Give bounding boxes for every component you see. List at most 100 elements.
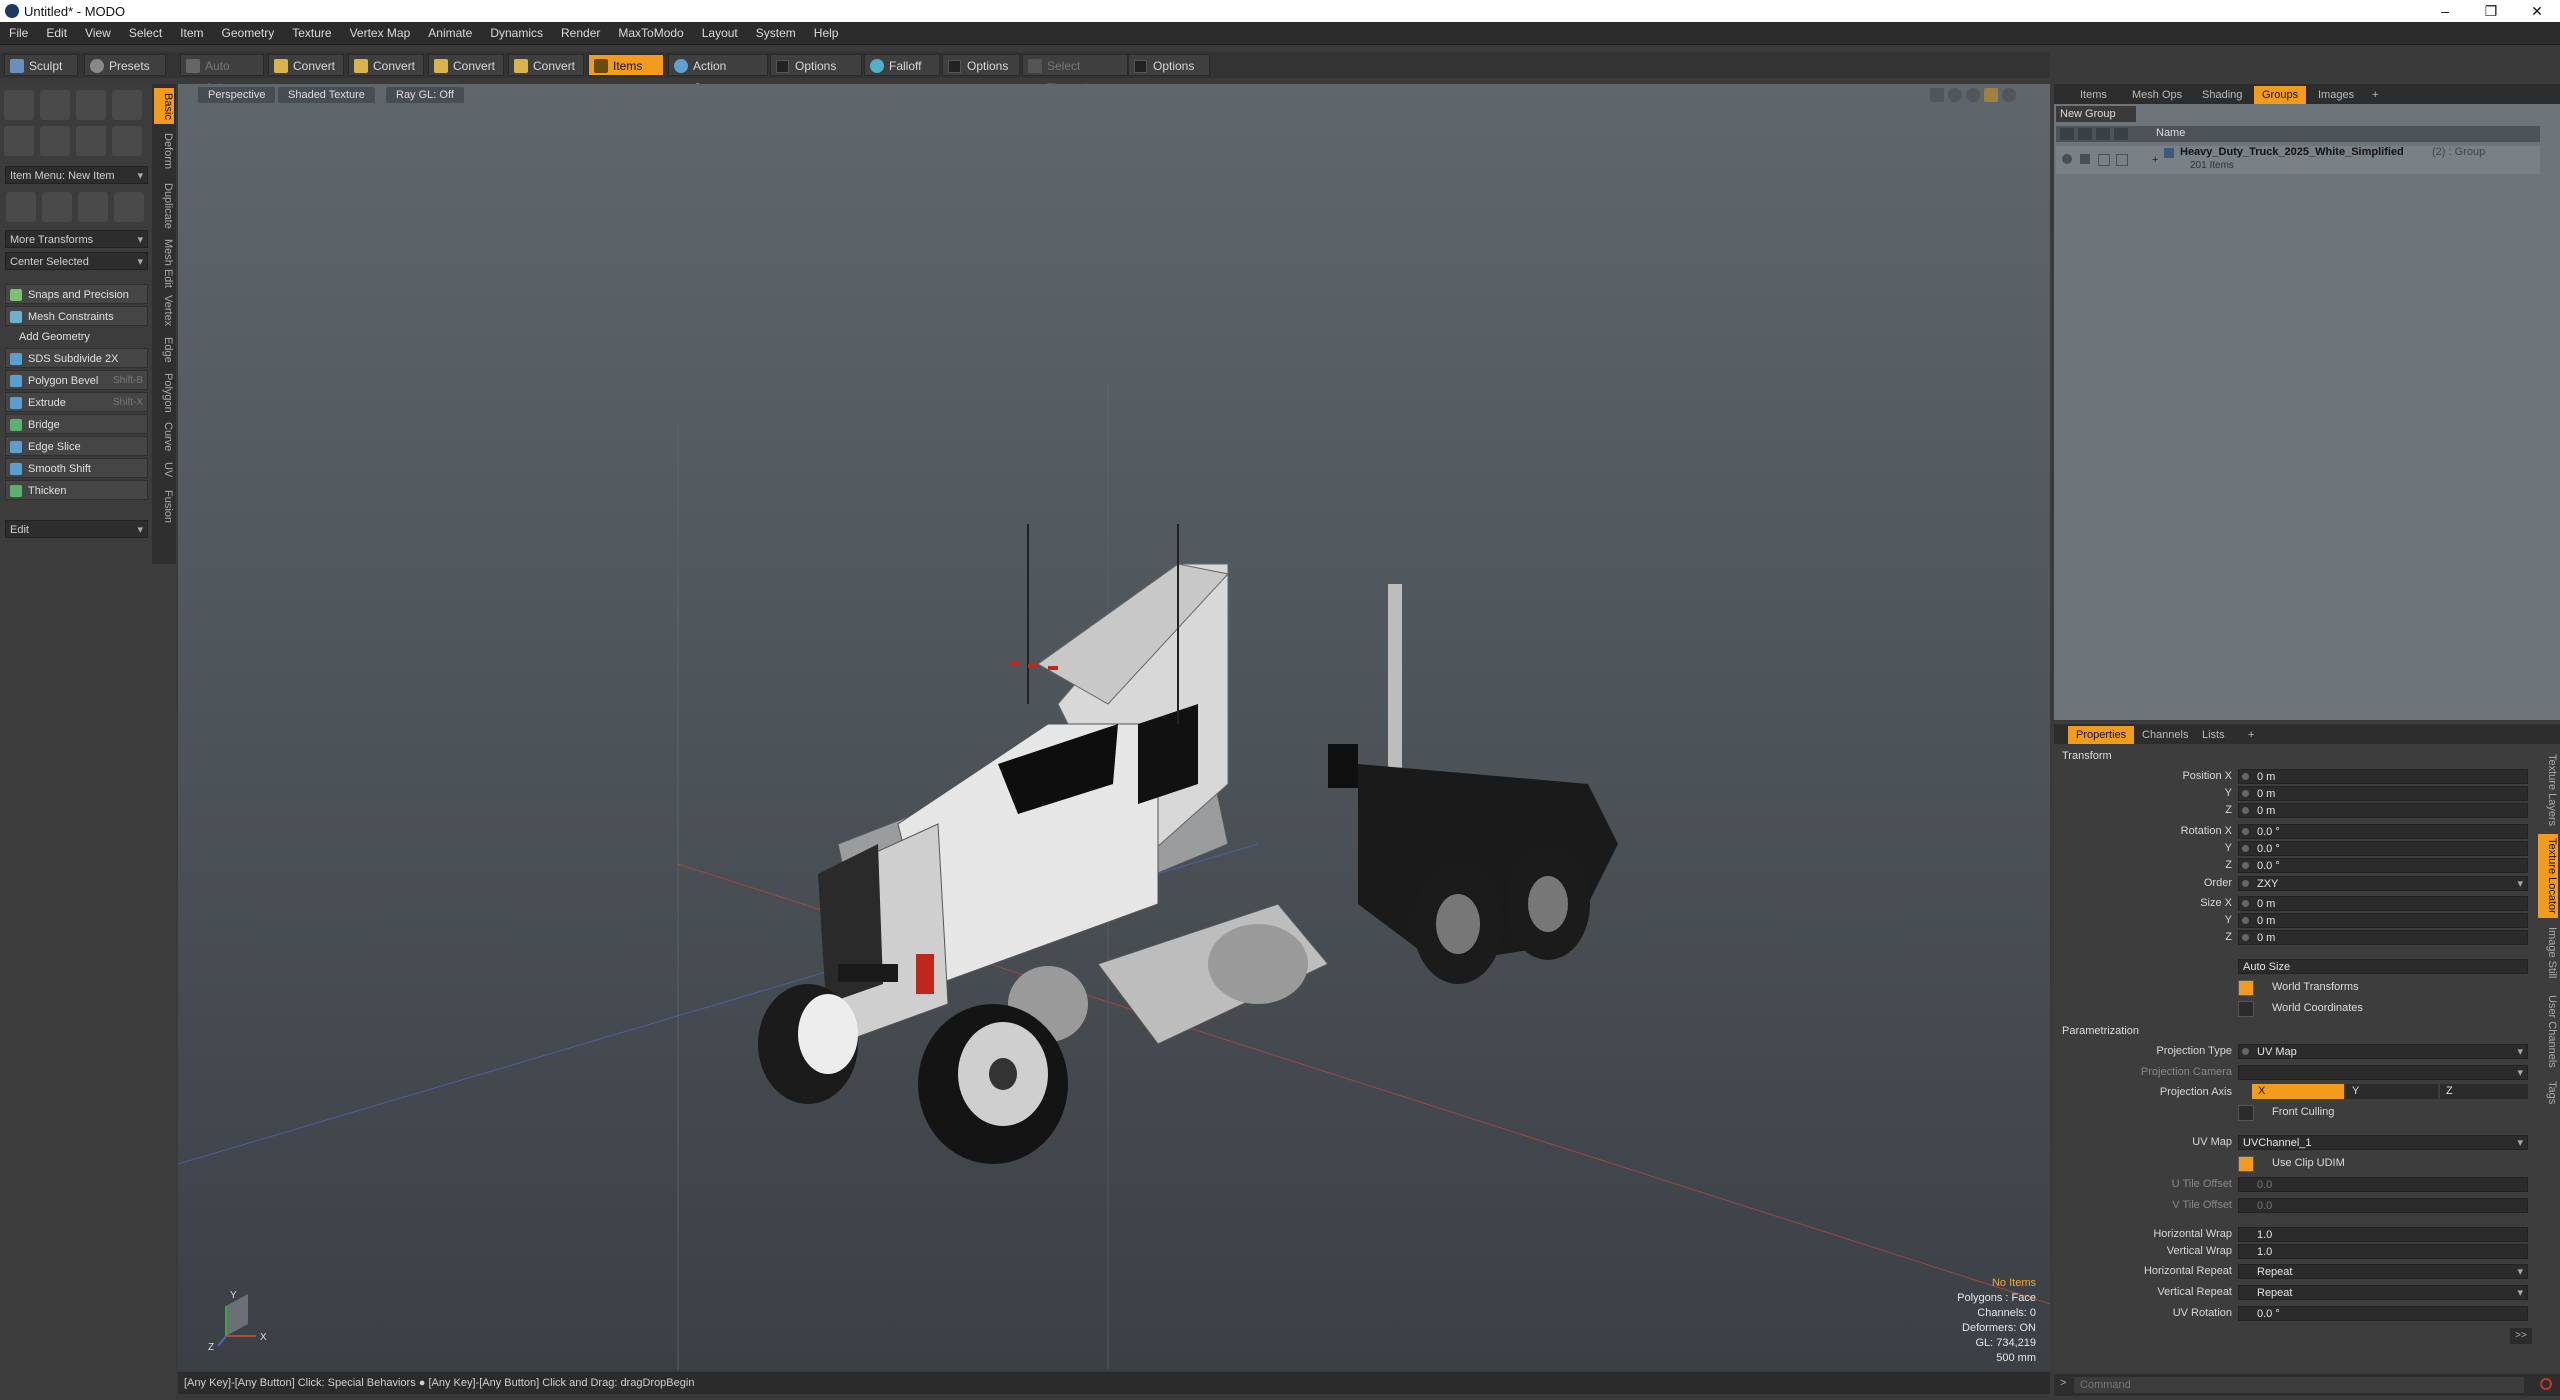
more-transforms-dropdown[interactable]: More Transforms xyxy=(5,230,148,249)
horizontal-repeat-dropdown[interactable]: Repeat xyxy=(2238,1264,2528,1280)
add-geometry-header[interactable]: Add Geometry xyxy=(5,328,148,346)
v-tile-offset-field[interactable]: 0.0 xyxy=(2238,1198,2528,1213)
torus-primitive-icon[interactable] xyxy=(4,126,34,156)
menu-help[interactable]: Help xyxy=(805,22,848,44)
transform-icon[interactable] xyxy=(6,192,36,222)
select-toggle-icon[interactable] xyxy=(2116,154,2128,166)
tab-images[interactable]: Images xyxy=(2310,86,2362,104)
paint-icon[interactable] xyxy=(1984,88,1998,102)
world-transforms-checkbox[interactable] xyxy=(2238,980,2254,996)
tab-vertex[interactable]: Vertex xyxy=(154,292,174,330)
options-button-2[interactable]: Options xyxy=(942,54,1020,76)
edit-dropdown[interactable]: Edit xyxy=(5,520,148,539)
item-menu-dropdown[interactable]: Item Menu: New Item xyxy=(5,166,148,185)
tab-texture-layers[interactable]: Texture Layers xyxy=(2538,750,2558,830)
menu-select[interactable]: Select xyxy=(120,22,171,44)
axis-x-button[interactable]: X xyxy=(2252,1084,2344,1099)
menu-render[interactable]: Render xyxy=(552,22,609,44)
select-column-icon[interactable] xyxy=(2114,128,2128,140)
globe-icon[interactable] xyxy=(78,192,108,222)
restore-button[interactable]: ❐ xyxy=(2468,0,2514,22)
name-column-header[interactable]: Name xyxy=(2156,127,2185,139)
cube-primitive-icon[interactable] xyxy=(4,90,34,120)
menu-maxtomodo[interactable]: MaxToModo xyxy=(609,22,692,44)
tab-lists[interactable]: Lists xyxy=(2194,726,2233,744)
rotate-view-icon[interactable] xyxy=(1948,88,1962,102)
options-checkbox-2[interactable] xyxy=(948,60,961,73)
convert-polygons-button[interactable]: Convert xyxy=(428,54,504,76)
center-selected-dropdown[interactable]: Center Selected xyxy=(5,252,148,271)
sculpt-button[interactable]: Sculpt xyxy=(4,54,78,76)
menu-dynamics[interactable]: Dynamics xyxy=(481,22,552,44)
select-through-button[interactable]: Select Through xyxy=(1022,54,1128,95)
sphere-primitive-icon[interactable] xyxy=(40,90,70,120)
mesh-constraints-button[interactable]: Mesh Constraints xyxy=(5,306,148,326)
render-toggle-icon[interactable] xyxy=(2080,154,2090,164)
menu-item[interactable]: Item xyxy=(171,22,212,44)
rotation-x-field[interactable]: 0.0 ° xyxy=(2238,824,2528,839)
world-coordinates-checkbox[interactable] xyxy=(2238,1001,2254,1017)
menu-edit[interactable]: Edit xyxy=(37,22,76,44)
add-tab-button[interactable]: + xyxy=(2364,86,2386,104)
tab-mesh-ops[interactable]: Mesh Ops xyxy=(2124,86,2190,104)
axis-z-button[interactable]: Z xyxy=(2440,1084,2528,1099)
tab-fusion[interactable]: Fusion xyxy=(154,486,174,528)
gear-icon[interactable] xyxy=(2002,88,2016,102)
auto-select-button[interactable]: Auto Select xyxy=(180,54,264,95)
convert-vertices-button[interactable]: Convert xyxy=(268,54,344,76)
more-button[interactable]: >> xyxy=(2510,1328,2532,1344)
polygon-bevel-button[interactable]: Polygon Bevel Shift-B xyxy=(5,370,148,390)
extrude-button[interactable]: Extrude Shift-X xyxy=(5,392,148,412)
parametrization-section[interactable]: Parametrization xyxy=(2062,1025,2139,1037)
tab-curve[interactable]: Curve xyxy=(154,420,174,454)
size-z-field[interactable]: 0 m xyxy=(2238,930,2528,945)
options-checkbox-1[interactable] xyxy=(776,60,789,73)
bridge-button[interactable]: Bridge xyxy=(5,414,148,434)
projection-type-dropdown[interactable]: UV Map xyxy=(2238,1044,2528,1060)
group-name[interactable]: Heavy_Duty_Truck_2025_White_Simplified xyxy=(2180,146,2404,158)
snaps-precision-button[interactable]: Snaps and Precision xyxy=(5,284,148,304)
position-y-field[interactable]: 0 m xyxy=(2238,786,2528,801)
tab-uv[interactable]: UV xyxy=(154,458,174,482)
tab-channels[interactable]: Channels xyxy=(2134,726,2196,744)
menu-file[interactable]: File xyxy=(0,22,37,44)
render-column-icon[interactable] xyxy=(2078,128,2092,140)
use-clip-udim-checkbox[interactable] xyxy=(2238,1156,2254,1172)
vertical-wrap-field[interactable]: 1.0 xyxy=(2238,1244,2528,1259)
tab-edge[interactable]: Edge xyxy=(154,334,174,366)
falloff-button[interactable]: Falloff xyxy=(864,54,940,76)
front-culling-checkbox[interactable] xyxy=(2238,1105,2254,1121)
lock-toggle-icon[interactable] xyxy=(2098,154,2110,166)
new-group-button[interactable]: New Group xyxy=(2056,106,2136,122)
add-properties-tab-button[interactable]: + xyxy=(2240,726,2262,744)
menu-vertex-map[interactable]: Vertex Map xyxy=(341,22,420,44)
size-x-field[interactable]: 0 m xyxy=(2238,896,2528,911)
position-z-field[interactable]: 0 m xyxy=(2238,803,2528,818)
minimize-button[interactable]: – xyxy=(2422,0,2468,22)
convert-edges-button[interactable]: Convert xyxy=(348,54,424,76)
pyramid-icon[interactable] xyxy=(114,192,144,222)
3d-viewport[interactable]: Y X Z xyxy=(178,84,2050,1370)
rotation-z-field[interactable]: 0.0 ° xyxy=(2238,858,2528,873)
rotation-y-field[interactable]: 0.0 ° xyxy=(2238,841,2528,856)
tab-texture-locator[interactable]: Texture Locator xyxy=(2538,834,2558,918)
uv-map-dropdown[interactable]: UVChannel_1 xyxy=(2238,1135,2528,1151)
zoom-view-icon[interactable] xyxy=(1966,88,1980,102)
menu-system[interactable]: System xyxy=(747,22,805,44)
smooth-shift-button[interactable]: Smooth Shift xyxy=(5,458,148,478)
size-y-field[interactable]: 0 m xyxy=(2238,913,2528,928)
menu-layout[interactable]: Layout xyxy=(693,22,747,44)
uv-rotation-field[interactable]: 0.0 ° xyxy=(2238,1306,2528,1321)
position-x-field[interactable]: 0 m xyxy=(2238,769,2528,784)
axis-y-button[interactable]: Y xyxy=(2346,1084,2438,1099)
lock-column-icon[interactable] xyxy=(2096,128,2110,140)
visibility-column-icon[interactable] xyxy=(2060,128,2074,140)
tab-items[interactable]: Items xyxy=(2072,86,2115,104)
sds-subdivide-button[interactable]: SDS Subdivide 2X xyxy=(5,348,148,368)
items-mode-button[interactable]: Items xyxy=(588,54,664,76)
record-icon[interactable] xyxy=(2540,1378,2552,1390)
command-input[interactable] xyxy=(2074,1377,2524,1393)
action-center-button[interactable]: Action Center xyxy=(668,54,768,95)
perspective-button[interactable]: Perspective xyxy=(198,87,276,103)
close-button[interactable]: ✕ xyxy=(2514,0,2560,22)
